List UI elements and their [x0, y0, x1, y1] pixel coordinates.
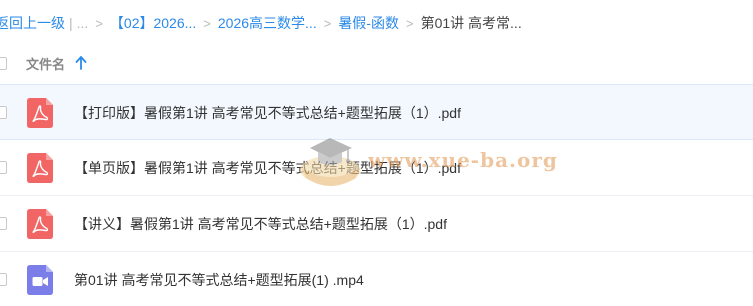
row-checkbox[interactable]: [0, 161, 7, 174]
back-link[interactable]: 返回上一级: [0, 13, 65, 33]
row-checkbox[interactable]: [0, 273, 7, 286]
breadcrumb-item-02-2026[interactable]: 【02】2026...: [110, 13, 196, 33]
breadcrumb-ellipsis[interactable]: ...: [77, 15, 89, 31]
breadcrumb-separator: >: [323, 15, 332, 31]
pdf-icon: [27, 98, 53, 128]
breadcrumb-separator: >: [95, 15, 103, 31]
breadcrumb-item-2026-math[interactable]: 2026高三数学...: [218, 13, 317, 33]
breadcrumb-separator: >: [405, 15, 414, 31]
table-header: 文件名: [0, 44, 753, 82]
table-row[interactable]: 第01讲 高考常见不等式总结+题型拓展(1) .mp4: [0, 252, 753, 306]
breadcrumb-item-summer-functions[interactable]: 暑假-函数: [338, 13, 399, 33]
file-name[interactable]: 【讲义】暑假第1讲 高考常见不等式总结+题型拓展（1）.pdf: [74, 214, 447, 234]
breadcrumb: 返回上一级 | ... > 【02】2026... > 2026高三数学... …: [0, 8, 522, 38]
breadcrumb-current: 第01讲 高考常...: [420, 15, 522, 31]
file-name[interactable]: 第01讲 高考常见不等式总结+题型拓展(1) .mp4: [74, 270, 364, 290]
table-row[interactable]: 【讲义】暑假第1讲 高考常见不等式总结+题型拓展（1）.pdf: [0, 196, 753, 252]
video-icon: [27, 265, 53, 295]
sort-ascending-icon[interactable]: [75, 56, 87, 70]
pdf-icon: [27, 209, 53, 239]
file-name[interactable]: 【单页版】暑假第1讲 高考常见不等式总结+题型拓展（1）.pdf: [74, 158, 461, 178]
column-header-filename[interactable]: 文件名: [26, 54, 65, 73]
file-browser: 返回上一级 | ... > 【02】2026... > 2026高三数学... …: [0, 0, 753, 306]
file-name[interactable]: 【打印版】暑假第1讲 高考常见不等式总结+题型拓展（1）.pdf: [74, 103, 461, 123]
pdf-icon: [27, 153, 53, 183]
table-row[interactable]: 【单页版】暑假第1讲 高考常见不等式总结+题型拓展（1）.pdf: [0, 140, 753, 196]
breadcrumb-separator: >: [203, 15, 211, 31]
row-checkbox[interactable]: [0, 106, 7, 119]
row-checkbox[interactable]: [0, 217, 7, 230]
breadcrumb-divider: |: [69, 15, 73, 31]
table-row[interactable]: 【打印版】暑假第1讲 高考常见不等式总结+题型拓展（1）.pdf: [0, 84, 753, 140]
select-all-checkbox[interactable]: [0, 56, 7, 70]
